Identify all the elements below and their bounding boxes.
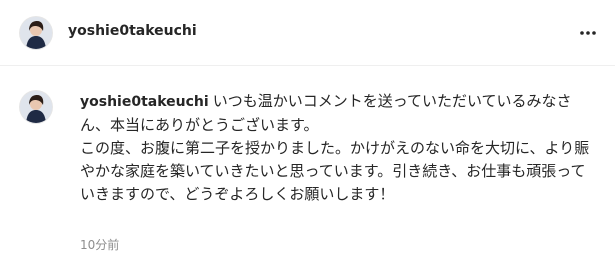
header-avatar[interactable] xyxy=(20,17,52,49)
ellipsis-horizontal-icon xyxy=(580,31,596,35)
post-header: yoshie0takeuchi xyxy=(0,0,615,66)
comment-body: yoshie0takeuchi いつも温かいコメントを送っていただいているみなさん… xyxy=(80,90,596,206)
comment-username[interactable]: yoshie0takeuchi xyxy=(80,94,209,110)
comment-timestamp[interactable]: 10分前 xyxy=(80,236,119,253)
more-options-button[interactable] xyxy=(575,20,601,46)
profile-photo-icon xyxy=(20,91,52,123)
profile-photo-icon xyxy=(20,17,52,49)
header-username[interactable]: yoshie0takeuchi xyxy=(68,23,197,39)
comment-avatar[interactable] xyxy=(20,91,52,123)
